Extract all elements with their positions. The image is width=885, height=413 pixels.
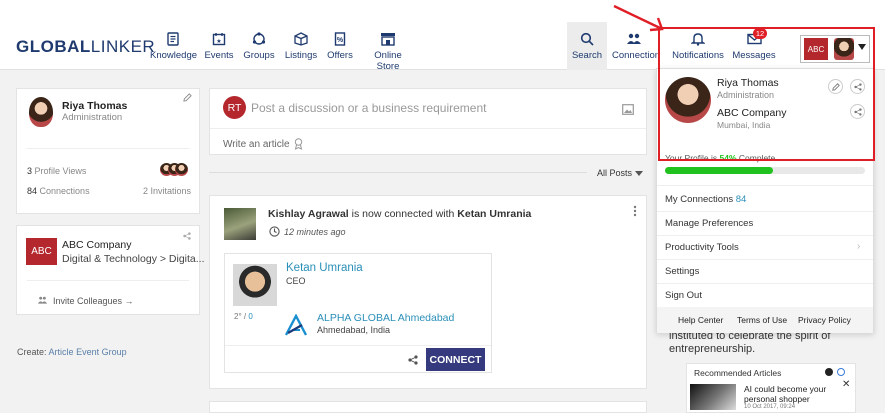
create-article-link[interactable]: Article (49, 347, 74, 357)
create-group-link[interactable]: Group (102, 347, 127, 357)
nav-events[interactable]: ★ Events (203, 32, 235, 66)
menu-settings[interactable]: Settings (665, 266, 699, 277)
article-thumbnail[interactable] (690, 384, 736, 410)
all-posts-filter[interactable]: All Posts (597, 168, 632, 178)
offer-tag-icon: % (334, 32, 346, 46)
alpha-global-logo-icon[interactable] (285, 314, 307, 336)
calendar-star-icon: ★ (212, 33, 226, 46)
groups-icon (252, 32, 266, 45)
invitations-link[interactable]: 2 Invitations (143, 186, 191, 196)
divider (657, 185, 873, 186)
company-logo[interactable]: ABC (26, 238, 57, 265)
company-link[interactable]: ALPHA GLOBAL Ahmedabad (317, 312, 454, 324)
globallinker-logo[interactable]: GLOBALLINKER (16, 37, 155, 57)
person-photo[interactable] (233, 264, 277, 306)
filter-caret-icon (635, 171, 643, 176)
terms-link[interactable]: Terms of Use (737, 315, 787, 325)
article-date: 10 Oct 2017, 09:24 (744, 404, 796, 410)
divider (657, 259, 873, 260)
company-location: Ahmedabad, India (317, 325, 391, 335)
connections-count[interactable]: 84 Connections (27, 186, 90, 196)
chevron-right-icon: › (857, 241, 861, 252)
nav-offers[interactable]: % Offers (326, 32, 354, 66)
image-upload-icon[interactable] (622, 104, 634, 115)
invite-colleagues-link[interactable]: Invite Colleagues → (53, 296, 134, 306)
nav-connections[interactable]: Connection (612, 32, 658, 66)
colleagues-icon (37, 296, 48, 304)
nav-groups[interactable]: Groups (243, 32, 275, 66)
recommended-title: Recommended Articles (694, 368, 782, 378)
share-icon[interactable] (408, 355, 418, 365)
knowledge-icon (167, 32, 179, 46)
connection-activity-text: Kishlay Agrawal is now connected with Ke… (268, 208, 532, 220)
company-category: Digital & Technology > Digita... (62, 253, 205, 265)
target-name[interactable]: Ketan Umrania (457, 208, 531, 220)
nav-search[interactable]: Search (570, 32, 604, 66)
nav-listings[interactable]: Listings (283, 32, 319, 66)
divider (657, 283, 873, 284)
profile-name[interactable]: Riya Thomas (62, 100, 127, 112)
svg-text:★: ★ (216, 38, 221, 45)
divider (210, 128, 646, 129)
slider-prev-icon[interactable] (825, 368, 833, 376)
post-time: 12 minutes ago (284, 227, 346, 237)
create-links: Create: Article Event Group (17, 347, 127, 357)
slider-next-icon[interactable] (837, 368, 845, 376)
search-icon (580, 32, 594, 46)
person-title: CEO (286, 276, 306, 286)
filter-divider (209, 172, 587, 173)
profile-role: Administration (62, 112, 123, 123)
box-icon (294, 32, 308, 46)
degree-mutual: 2° / 0 (234, 312, 253, 321)
store-icon (381, 33, 395, 46)
viewer-avatars[interactable] (160, 163, 188, 177)
svg-text:%: % (337, 37, 344, 44)
edit-pencil-icon[interactable] (183, 93, 192, 102)
composer-avatar: RT (223, 96, 246, 119)
composer-input[interactable]: Post a discussion or a business requirem… (251, 101, 486, 115)
badge-ribbon-icon (294, 138, 303, 150)
more-options-icon[interactable] (633, 205, 637, 217)
profile-progress-track (665, 167, 865, 174)
connect-button[interactable]: CONNECT (426, 348, 485, 371)
highlight-box (658, 27, 875, 161)
write-article-link[interactable]: Write an article (223, 139, 290, 150)
actor-photo[interactable] (224, 208, 256, 240)
privacy-link[interactable]: Privacy Policy (798, 315, 851, 325)
divider (657, 211, 873, 212)
menu-my-connections[interactable]: My Connections 84 (665, 194, 746, 205)
profile-progress-fill (665, 167, 773, 174)
nav-knowledge[interactable]: Knowledge (150, 32, 197, 66)
actor-name[interactable]: Kishlay Agrawal (268, 208, 349, 220)
company-name[interactable]: ABC Company (62, 239, 131, 251)
profile-views[interactable]: 3 Profile Views (27, 166, 86, 176)
create-event-link[interactable]: Event (76, 347, 99, 357)
divider (225, 345, 491, 346)
share-icon[interactable] (183, 232, 191, 240)
nav-online-store[interactable]: Online Store (362, 32, 414, 72)
clock-icon (269, 226, 280, 237)
person-name-link[interactable]: Ketan Umrania (286, 262, 363, 274)
divider (657, 235, 873, 236)
event-description: instituted to celebrate the spirit of en… (669, 330, 831, 355)
menu-sign-out[interactable]: Sign Out (665, 290, 702, 301)
profile-avatar[interactable] (29, 97, 53, 127)
help-center-link[interactable]: Help Center (678, 315, 723, 325)
menu-productivity-tools[interactable]: Productivity Tools (665, 242, 739, 253)
menu-manage-preferences[interactable]: Manage Preferences (665, 218, 753, 229)
dropdown-footer: Help Center Terms of Use Privacy Policy (657, 307, 873, 333)
divider (27, 280, 189, 281)
next-post-card (209, 401, 647, 413)
article-title[interactable]: AI could become your personal shopper (744, 384, 844, 404)
divider (27, 148, 189, 149)
